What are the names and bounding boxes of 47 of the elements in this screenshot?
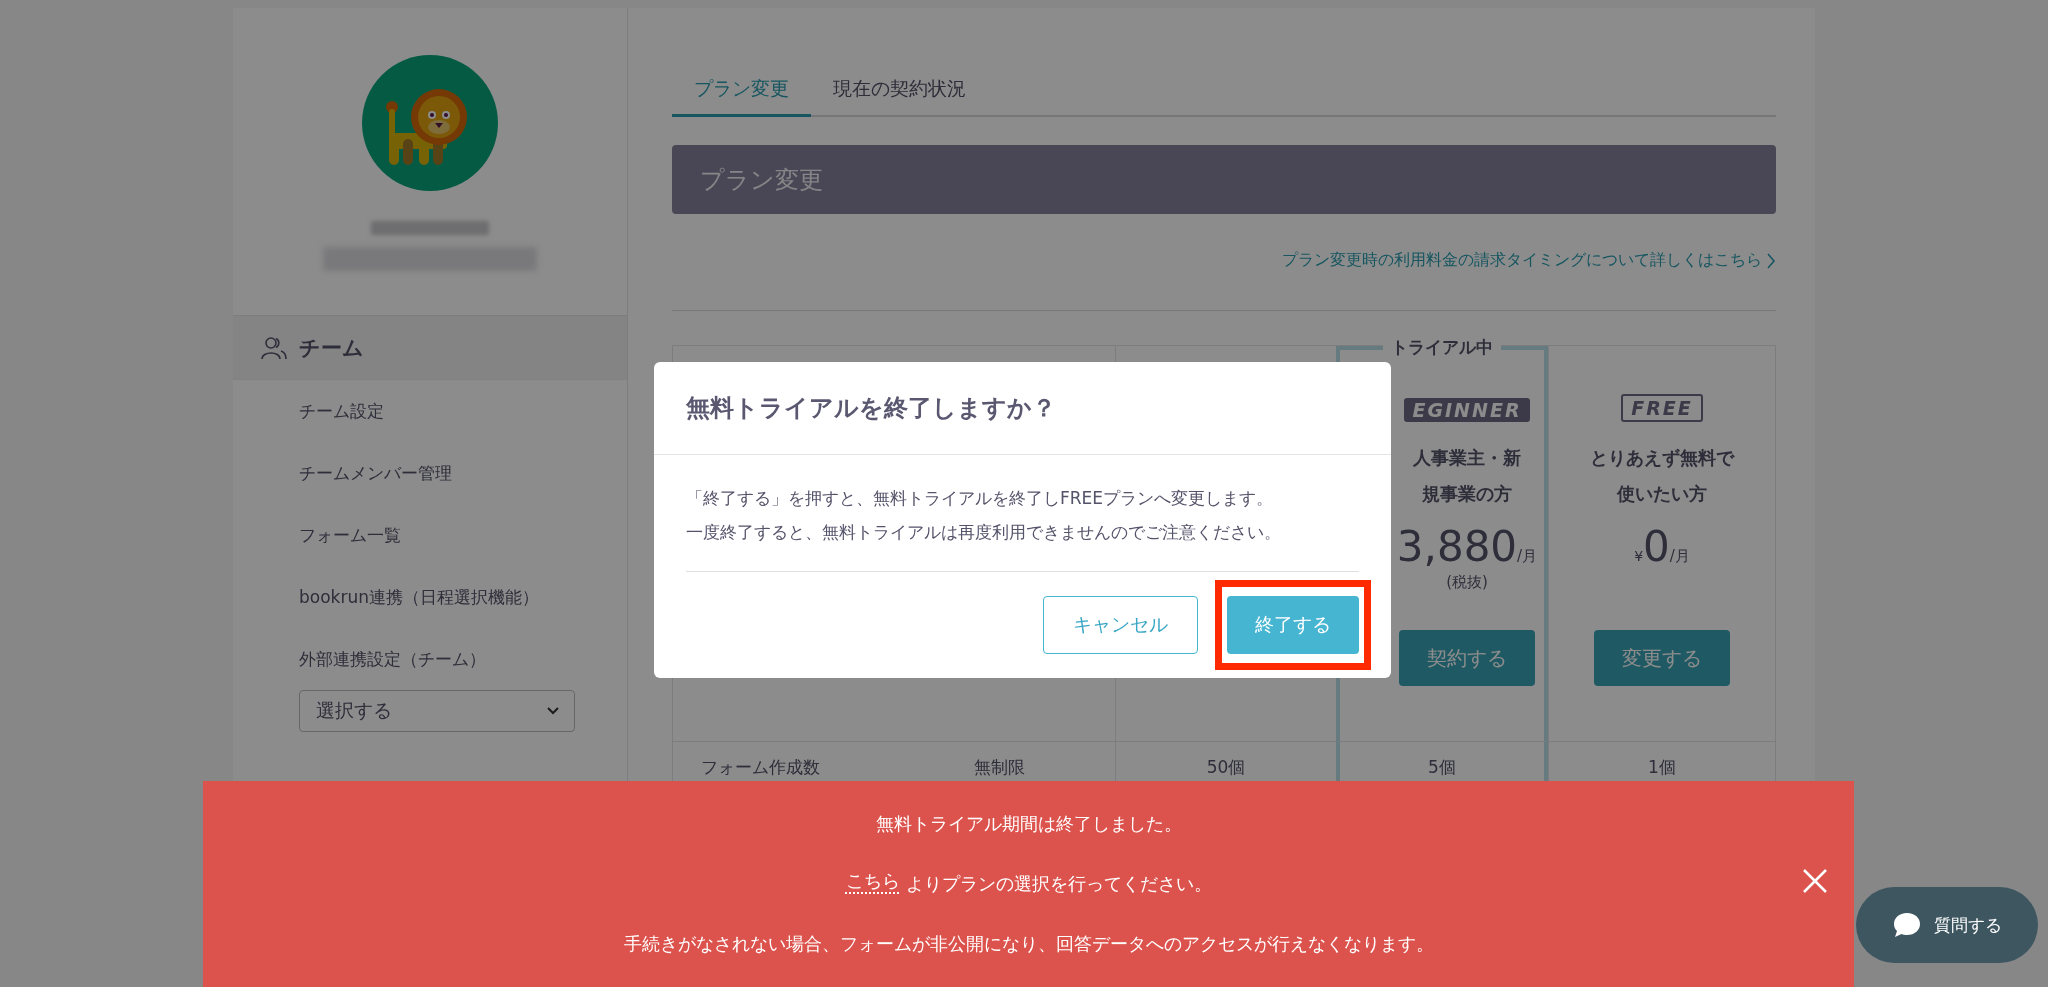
tax-note: (税抜) (1446, 573, 1488, 592)
feature-label: フォーム作成数 (701, 755, 820, 779)
chevron-down-icon (546, 706, 560, 716)
dialog-text: 「終了する」を押すと、無料トライアルを終了しFREEプランへ変更します。 (686, 487, 1275, 510)
dialog-text: 一度終了すると、無料トライアルは再度利用できませんのでご注意ください。 (686, 521, 1282, 544)
price-unit: /月 (1669, 547, 1690, 566)
table-cell: 1個 (1648, 755, 1676, 779)
lion-avatar-icon (362, 55, 498, 191)
plan-audience: 人事業主・新 (1413, 446, 1521, 470)
billing-info-link[interactable]: プラン変更時の利用料金の請求タイミングについて詳しくはこちら (1282, 250, 1776, 271)
table-cell: 50個 (1206, 755, 1246, 779)
table-cell: 5個 (1428, 755, 1456, 779)
sidebar-item[interactable]: チーム設定 (233, 380, 627, 442)
plan-price: 0 (1643, 522, 1670, 571)
people-icon (261, 335, 287, 360)
plan-status-label: トライアル中 (1383, 336, 1501, 359)
plan-badge: FREE (1621, 394, 1703, 422)
sidebar-item[interactable]: 外部連携設定（チーム） (233, 628, 627, 690)
sidebar-item[interactable]: フォーム一覧 (233, 504, 627, 566)
tab[interactable]: プラン変更 (672, 68, 811, 117)
plan-link[interactable]: こちら (845, 869, 900, 899)
plan-audience: とりあえず無料で (1590, 446, 1734, 470)
dialog-title: 無料トライアルを終了しますか？ (654, 362, 1391, 455)
close-icon[interactable] (1802, 868, 1828, 894)
table-cell: 無制限 (974, 755, 1025, 779)
price-unit: /月 (1517, 547, 1538, 565)
sidebar-item[interactable]: bookrun連携（日程選択機能） (233, 566, 627, 628)
sidebar-section-header[interactable]: チーム (233, 316, 627, 380)
cancel-button[interactable]: キャンセル (1043, 596, 1198, 654)
section-header: プラン変更 (672, 145, 1776, 214)
plan-audience: 規事業の方 (1422, 482, 1512, 506)
currency-symbol: ¥ (1634, 548, 1644, 564)
speech-bubble-icon (1892, 911, 1922, 939)
select-dropdown[interactable]: 選択する (299, 690, 575, 732)
plan-audience: 使いたい方 (1617, 482, 1707, 506)
alert-text: よりプランの選択を行ってください。 (905, 872, 1212, 896)
alert-title: 無料トライアル期間は終了しました。 (875, 812, 1182, 836)
chevron-right-icon (1766, 252, 1776, 269)
plan-price: 3,880 (1396, 522, 1518, 571)
alert-warning: 手続きがなされない場合、フォームが非公開になり、回答データへのアクセスが行えなくなります。 (623, 932, 1434, 956)
plan-badge: EGINNER (1404, 398, 1530, 422)
chat-button[interactable]: 質問する (1856, 887, 2038, 963)
confirm-button[interactable]: 終了する (1227, 596, 1359, 654)
plan-button[interactable]: 契約する (1399, 630, 1535, 686)
tab[interactable]: 現在の契約状況 (811, 68, 988, 117)
plan-button[interactable]: 変更する (1594, 630, 1730, 686)
sidebar-item[interactable]: チームメンバー管理 (233, 442, 627, 504)
